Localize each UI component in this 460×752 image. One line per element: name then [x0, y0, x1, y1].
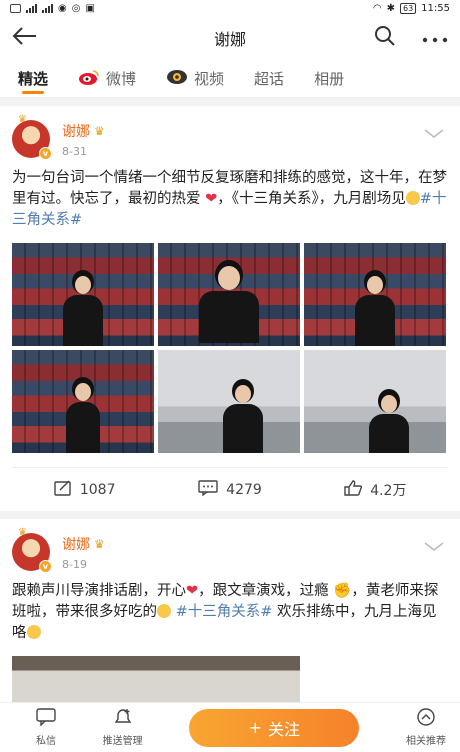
back-arrow-icon[interactable]	[12, 26, 38, 50]
bell-plus-icon	[113, 708, 133, 729]
more-options-icon[interactable]	[422, 29, 448, 48]
tab-album[interactable]: 相册	[314, 60, 345, 97]
post-text: 跟赖声川导演排话剧，开心❤，跟文章演戏，过瘾 ✊，黄老师来探班啦，带来很多好吃的…	[12, 581, 448, 644]
author-name-row: 谢娜 ♛	[62, 121, 105, 141]
post-actions: 1087 4279 4.2万	[12, 467, 448, 511]
post-text-part: ，跟文章演戏，过瘾	[198, 583, 329, 599]
hashtag-link[interactable]: #十三角关系#	[176, 604, 273, 620]
push-manage-button[interactable]: 推送管理	[103, 708, 143, 747]
post-date: 8-31	[62, 144, 87, 158]
photo-thumbnail[interactable]	[158, 243, 300, 346]
repost-count: 1087	[79, 481, 116, 498]
top-nav: 谢娜	[0, 16, 460, 60]
heart-emoji-icon: ❤	[205, 191, 218, 207]
heart-emoji-icon: ❤	[186, 583, 199, 599]
notification-icon: ▣	[85, 2, 95, 14]
tab-featured[interactable]: 精选	[18, 60, 49, 97]
tab-featured-label: 精选	[18, 70, 49, 88]
post-card[interactable]: ♛ v 谢娜 ♛ 8-31 为一句台词一个情绪一个细节反复琢磨和排练的感觉，这十…	[0, 106, 460, 511]
muscle-emoji-icon: ✊	[333, 583, 352, 599]
section-divider	[0, 511, 460, 519]
author-name[interactable]: 谢娜	[62, 534, 90, 554]
weibo-icon	[78, 69, 100, 89]
section-divider	[0, 98, 460, 106]
tab-weibo[interactable]: 微博	[78, 60, 137, 97]
profile-tabs: 精选 微博 视频 超话 相册	[0, 60, 460, 98]
smile-emoji-icon	[157, 604, 171, 618]
chevron-up-circle-icon	[416, 708, 436, 729]
photo-thumbnail[interactable]	[12, 243, 154, 346]
verified-badge-icon: v	[39, 560, 52, 573]
message-icon	[36, 708, 56, 729]
photo-thumbnail[interactable]	[158, 350, 300, 453]
status-time: 11:55	[421, 2, 450, 14]
photo-thumbnail[interactable]	[304, 350, 446, 453]
tab-video[interactable]: 视频	[166, 60, 225, 97]
tab-video-label: 视频	[194, 70, 225, 88]
headphone-icon: ◠	[372, 2, 382, 14]
repost-button[interactable]: 1087	[12, 480, 157, 500]
avatar[interactable]: ♛ v	[12, 114, 52, 160]
comment-count: 4279	[226, 481, 262, 498]
verified-badge-icon: v	[39, 147, 52, 160]
comment-icon	[198, 479, 218, 500]
thumbs-up-icon	[344, 479, 363, 500]
status-bar: ◉ ◎ ▣ ◠ ✱ 63 11:55	[0, 0, 460, 16]
follow-label: 关注	[268, 719, 301, 739]
post-date: 8-19	[62, 557, 87, 571]
vip-crown-icon: ♛	[94, 123, 105, 138]
photo-grid	[12, 243, 448, 453]
bluetooth-icon: ✱	[386, 2, 395, 14]
signal-icon-2	[42, 3, 53, 13]
repost-icon	[54, 480, 72, 500]
author-name-row: 谢娜 ♛	[62, 534, 105, 554]
plus-icon: +	[248, 718, 262, 737]
recommend-button[interactable]: 相关推荐	[406, 708, 446, 747]
post-header: ♛ v 谢娜 ♛ 8-19	[12, 527, 448, 575]
push-manage-label: 推送管理	[102, 736, 143, 747]
tab-weibo-label: 微博	[106, 70, 137, 88]
photo-thumbnail[interactable]	[304, 243, 446, 346]
vip-crown-icon: ♛	[94, 536, 105, 551]
author-name[interactable]: 谢娜	[62, 121, 90, 141]
photo-thumbnail[interactable]	[12, 350, 154, 453]
recommend-label: 相关推荐	[405, 736, 446, 747]
status-right-icons: ◠ ✱ 63 11:55	[372, 2, 450, 14]
post-text-part: 跟赖声川导演排话剧，开心	[12, 583, 186, 599]
smile-emoji-icon	[26, 625, 41, 639]
signal-icon	[26, 3, 37, 13]
follow-button[interactable]: + 关注	[189, 708, 360, 747]
avatar[interactable]: ♛ v	[12, 527, 52, 573]
bottom-action-bar: 私信 推送管理 + 关注 相关推荐	[0, 702, 460, 752]
search-icon[interactable]	[374, 25, 396, 51]
tab-supertopic-label: 超话	[254, 70, 285, 88]
message-label: 私信	[36, 736, 56, 747]
like-button[interactable]: 4.2万	[303, 479, 448, 500]
app-icon: ◎	[71, 2, 81, 14]
post-text: 为一句台词一个情绪一个细节反复琢磨和排练的感觉，这十年，在梦里有过。快忘了，最初…	[12, 168, 448, 231]
crown-icon: ♛	[18, 114, 27, 125]
battery-icon: 63	[399, 2, 417, 14]
tab-album-label: 相册	[314, 70, 345, 88]
hd-icon	[10, 3, 21, 13]
crown-icon: ♛	[18, 527, 27, 538]
wifi-icon: ◉	[58, 2, 67, 14]
chevron-down-icon[interactable]	[424, 537, 444, 556]
comment-button[interactable]: 4279	[157, 479, 302, 500]
chevron-down-icon[interactable]	[424, 124, 444, 143]
video-camera-icon	[166, 69, 188, 89]
post-header: ♛ v 谢娜 ♛ 8-31	[12, 114, 448, 162]
message-button[interactable]: 私信	[36, 708, 56, 747]
tab-supertopic[interactable]: 超话	[254, 60, 285, 97]
like-count: 4.2万	[370, 482, 407, 499]
smile-emoji-icon	[405, 191, 420, 205]
status-left-icons: ◉ ◎ ▣	[10, 3, 95, 14]
post-text-part: ，《十三角关系》，九月剧场见	[217, 191, 406, 207]
